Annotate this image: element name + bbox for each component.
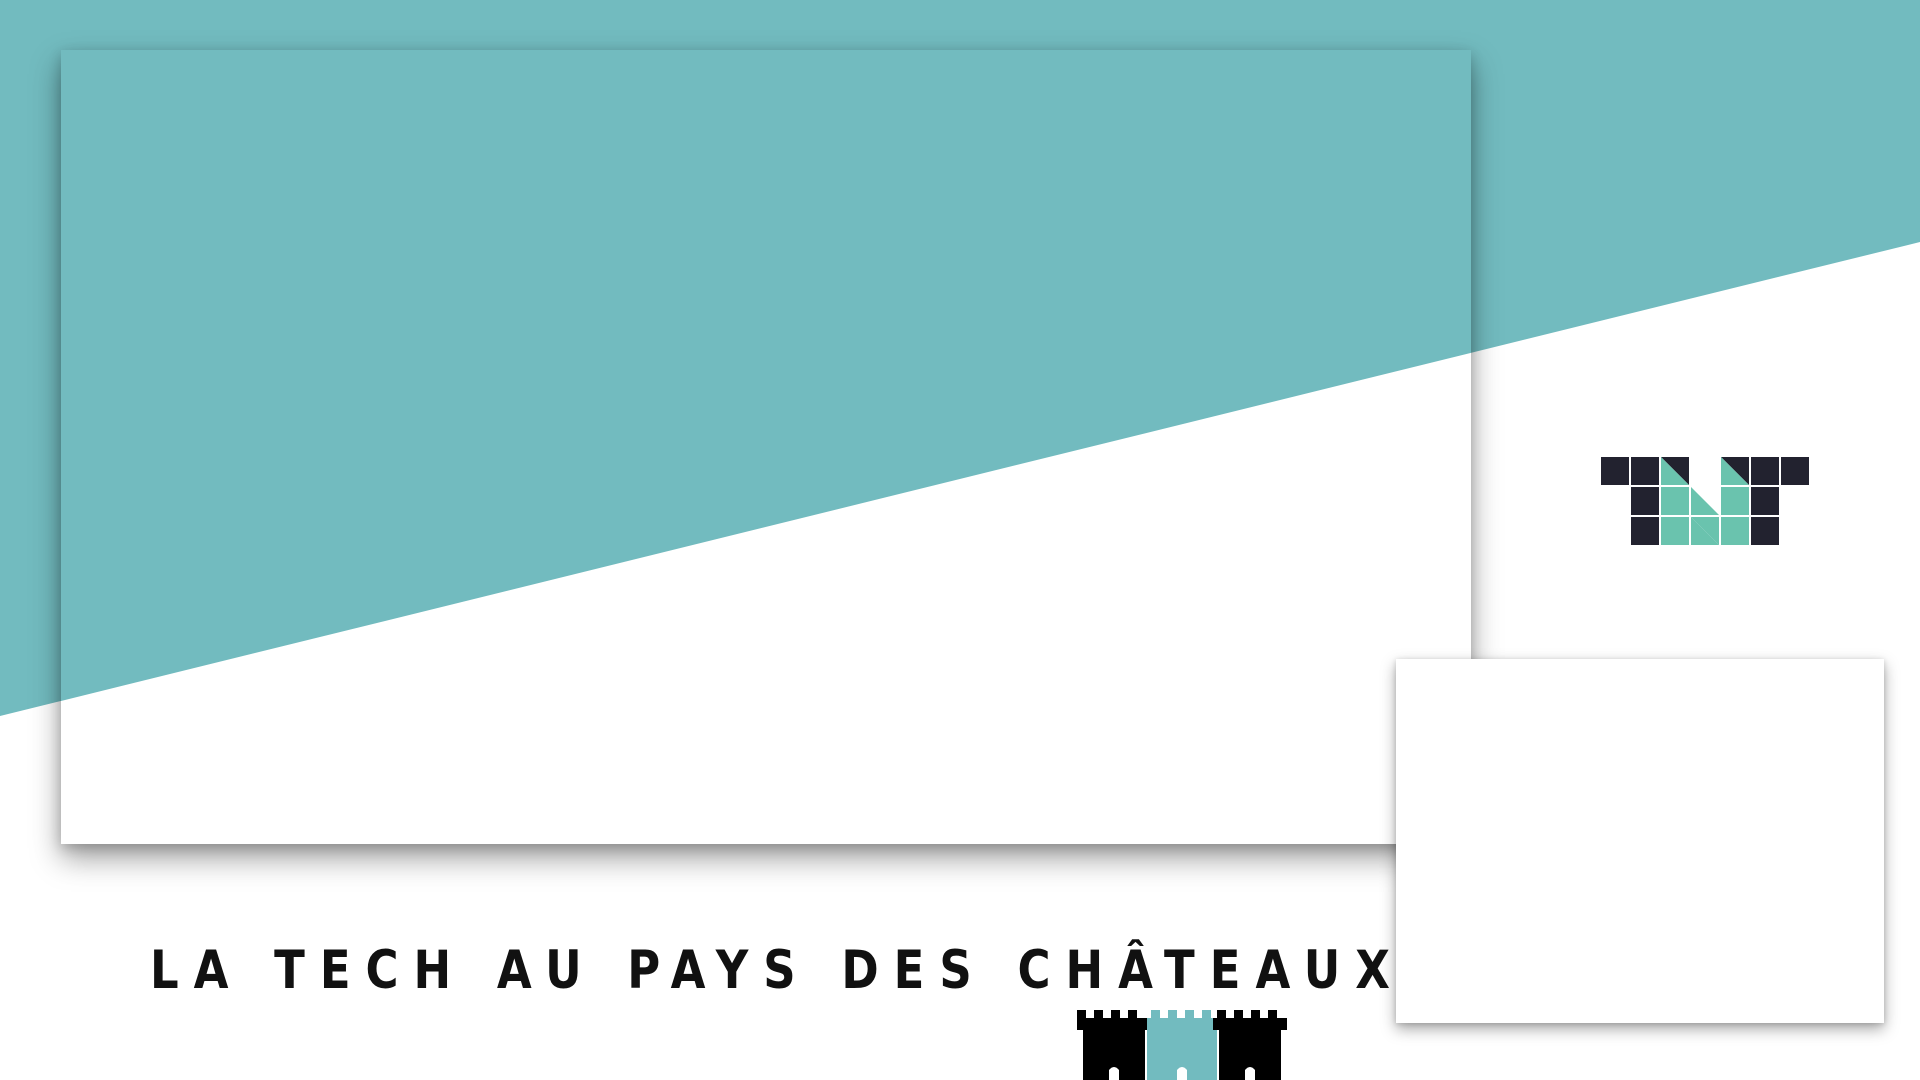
stream-overlay: LA TECH AU PAYS DES CHÂTEAUX — [0, 0, 1920, 1080]
logo-cell — [1751, 457, 1779, 485]
camera-frame — [1396, 659, 1884, 1023]
logo-cell — [1601, 457, 1629, 485]
logo-cell — [1781, 457, 1809, 485]
logo-cell — [1661, 487, 1689, 515]
logo-cell — [1691, 487, 1719, 515]
screen-share-frame — [61, 50, 1471, 844]
logo-cell — [1631, 457, 1659, 485]
logo-cell — [1721, 517, 1749, 545]
event-title: LA TECH AU PAYS DES CHÂTEAUX — [150, 939, 1405, 1001]
tnt-logo-icon — [1601, 457, 1809, 545]
logo-cell — [1751, 487, 1779, 515]
logo-cell — [1631, 517, 1659, 545]
screen-share-frame-bg — [61, 50, 1471, 844]
logo-cell — [1751, 517, 1779, 545]
logo-cell — [1721, 487, 1749, 515]
castle-logo-icon — [1077, 1010, 1287, 1080]
logo-cell — [1631, 487, 1659, 515]
logo-cell — [1661, 517, 1689, 545]
